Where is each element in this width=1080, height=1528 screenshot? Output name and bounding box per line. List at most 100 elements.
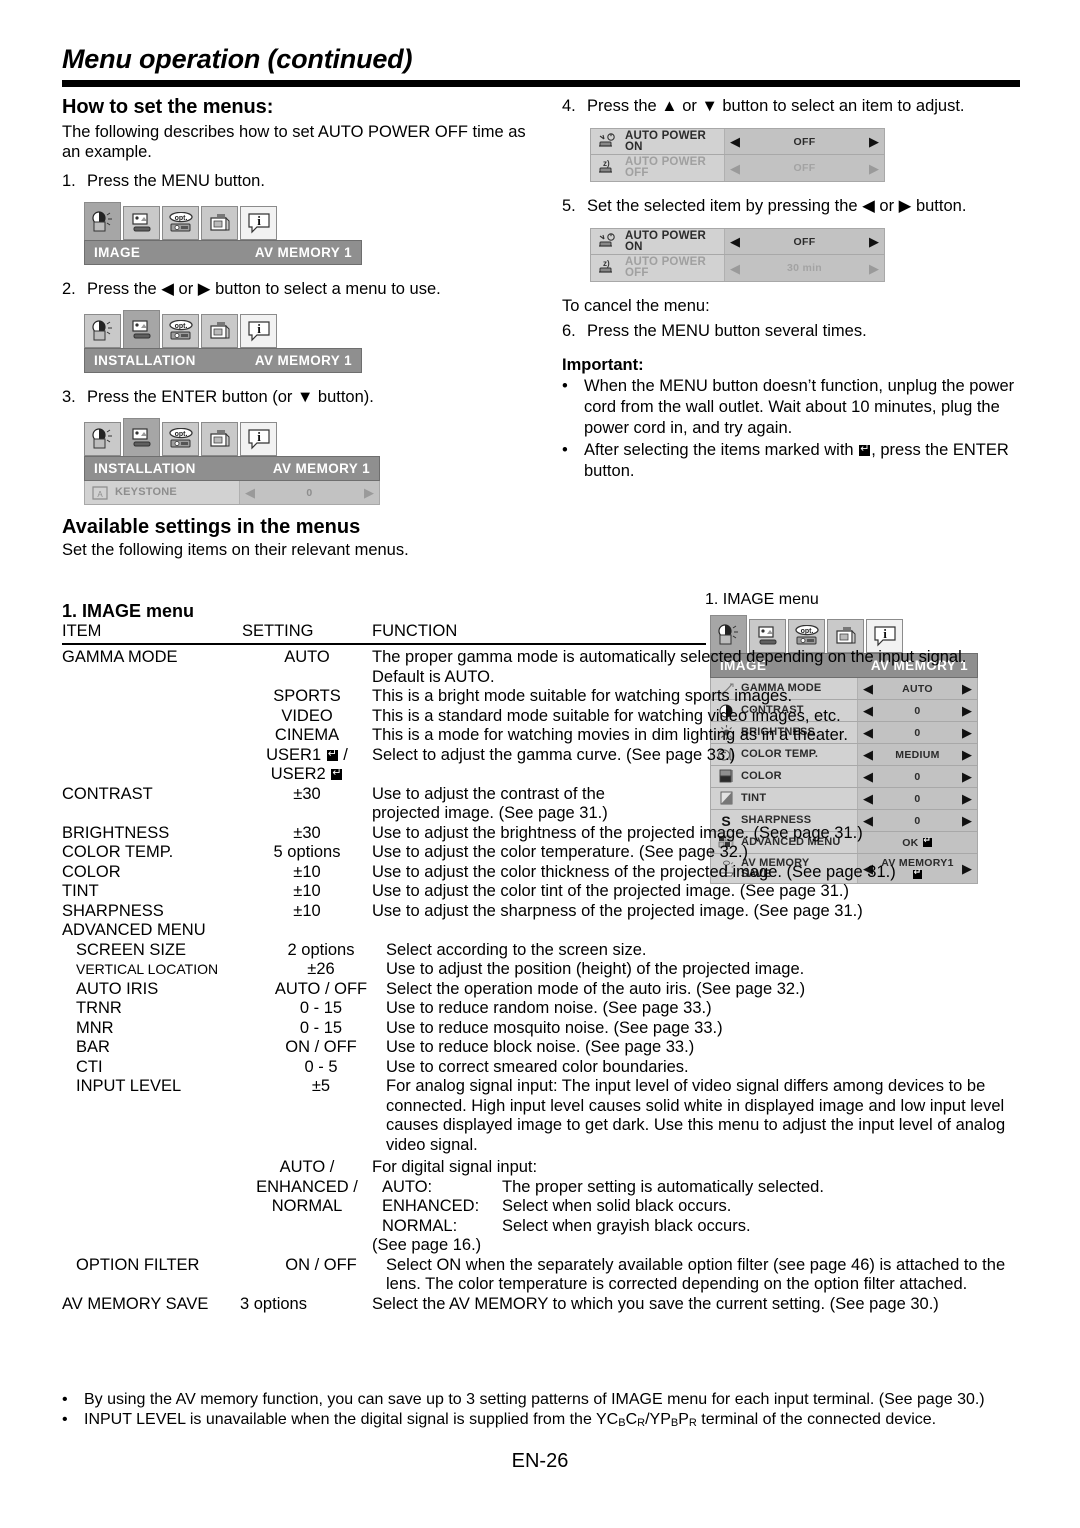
table-row: MNR 0 - 15 Use to reduce mosquito noise.… (62, 1019, 1022, 1039)
tab-option[interactable]: opt. (162, 314, 199, 348)
tab-image[interactable] (84, 422, 121, 456)
cell-item: INPUT LEVEL (76, 1077, 182, 1095)
osd-row-auto-power-on[interactable]: AUTO POWER ON ◀ OFF ▶ (590, 228, 885, 255)
tab-image[interactable] (84, 202, 121, 240)
bullet-marker: • (62, 1391, 68, 1408)
cell-item: AV MEMORY SAVE (62, 1294, 209, 1313)
svg-text:A: A (97, 490, 103, 499)
cell-setting: SPORTS (273, 687, 341, 705)
bullet-text: When the MENU button doesn’t function, u… (584, 377, 1015, 437)
table-row: CONTRAST ±30 Use to adjust the contrast … (62, 785, 1022, 824)
right-arrow-icon[interactable]: ▶ (864, 162, 884, 175)
enter-key-icon (331, 766, 343, 780)
important-bullet-1: • When the MENU button doesn’t function,… (562, 376, 1022, 439)
osd-row-auto-power-on[interactable]: AUTO POWER ON ◀ OFF ▶ (590, 128, 885, 155)
osd-row-value-stepper[interactable]: ◀ 0 ▶ (239, 481, 379, 504)
right-arrow-icon[interactable]: ▶ (864, 135, 884, 148)
cell-function: Use to correct smeared color boundaries. (386, 1057, 689, 1076)
cell-item: COLOR (62, 862, 121, 881)
table-row: OPTION FILTER ON / OFF Select ON when th… (62, 1256, 1022, 1295)
left-arrow-icon[interactable]: ◀ (725, 262, 745, 275)
osd-row-keystone[interactable]: A KEYSTONE ◀ 0 ▶ (84, 481, 380, 505)
available-settings-heading: Available settings in the menus (62, 516, 361, 538)
table-row: TRNR 0 - 15 Use to reduce random noise. … (62, 999, 1022, 1019)
cell-item (62, 687, 242, 707)
enter-key-icon (326, 747, 338, 761)
cell-item: BAR (76, 1038, 110, 1056)
cell-item (62, 726, 242, 746)
osd-row-value-stepper[interactable]: ◀ OFF ▶ (724, 229, 884, 254)
cell-setting: 3 options (240, 1294, 307, 1313)
osd-row-label: AUTO POWER ON (625, 130, 724, 153)
osd-row-label: AUTO POWER OFF (625, 256, 724, 279)
osd-title-left: INSTALLATION (94, 461, 196, 476)
column-header-item: ITEM (62, 622, 102, 640)
left-arrow-icon[interactable]: ◀ (240, 486, 260, 499)
right-arrow-icon[interactable]: ▶ (864, 262, 884, 275)
cell-item: SHARPNESS (62, 901, 164, 920)
cell-function: This is a bright mode suitable for watch… (372, 687, 793, 705)
cell-setting: ±10 (293, 882, 321, 900)
cell-item: OPTION FILTER (76, 1255, 200, 1274)
tab-information[interactable]: i (240, 422, 277, 456)
svg-text:i: i (257, 429, 261, 444)
tab-information[interactable]: i (240, 314, 277, 348)
cell-function: Use to reduce mosquito noise. (See page … (386, 1018, 723, 1037)
cell-function: Select the AV MEMORY to which you save t… (372, 1294, 939, 1313)
cell-item: COLOR TEMP. (62, 843, 174, 861)
auto-power-off-icon: z) (591, 259, 625, 277)
step-text: Press the ◀ or ▶ button to select a menu… (87, 280, 441, 298)
keystone-icon: A (85, 485, 115, 501)
table-row: BRIGHTNESS ±30 Use to adjust the brightn… (62, 824, 1022, 844)
table-row: COLOR TEMP. 5 options Use to adjust the … (62, 843, 1022, 863)
tab-option[interactable]: opt. (162, 206, 199, 240)
osd-row-auto-power-off[interactable]: z) AUTO POWER OFF ◀ OFF ▶ (590, 155, 885, 182)
osd-row-label: AUTO POWER ON (625, 230, 724, 253)
cell-item: VERTICAL LOCATION (76, 961, 219, 977)
step-4: 4. Press the ▲ or ▼ button to select an … (562, 96, 1022, 117)
tab-feature[interactable] (201, 314, 238, 348)
left-arrow-icon[interactable]: ◀ (725, 235, 745, 248)
tab-feature[interactable] (201, 206, 238, 240)
right-arrow-icon[interactable]: ▶ (864, 235, 884, 248)
intro-paragraph: The following describes how to set AUTO … (62, 123, 526, 161)
cell-function: Use to reduce random noise. (See page 33… (386, 999, 712, 1017)
tab-information[interactable]: i (240, 206, 277, 240)
cell-function: Use to adjust the color thickness of the… (372, 862, 896, 881)
osd-title-right: AV MEMORY 1 (254, 353, 352, 368)
osd-row-auto-power-off[interactable]: z) AUTO POWER OFF ◀ 30 min ▶ (590, 255, 885, 282)
digital-key: ENHANCED: (382, 1197, 480, 1215)
tab-feature[interactable] (201, 422, 238, 456)
tab-installation[interactable] (123, 418, 160, 456)
tab-image[interactable] (84, 314, 121, 348)
svg-text:i: i (257, 213, 261, 228)
digital-line: AUTO: The proper setting is automaticall… (372, 1178, 1022, 1198)
right-arrow-icon[interactable]: ▶ (359, 486, 379, 499)
tab-option[interactable]: opt. (162, 422, 199, 456)
left-arrow-icon[interactable]: ◀ (725, 162, 745, 175)
step-text: Press the MENU button several times. (587, 322, 867, 340)
bullet-marker: • (62, 1411, 68, 1428)
table-row: COLOR ±10 Use to adjust the color thickn… (62, 863, 1022, 883)
osd-row-value: OFF (793, 162, 816, 174)
table-row: CINEMA This is a mode for watching movie… (62, 726, 1022, 746)
cell-setting: AUTO (284, 648, 330, 666)
settings-table: 1. IMAGE menu ITEM SETTING FUNCTION GAMM… (62, 601, 1022, 1314)
osd-tab-strip: opt. i (84, 418, 380, 456)
table-row: USER1 /USER2 Select to adjust the gamma … (62, 746, 1022, 785)
tab-installation[interactable] (123, 310, 160, 348)
left-arrow-icon[interactable]: ◀ (725, 135, 745, 148)
table-section-heading: 1. IMAGE menu (62, 601, 195, 621)
cell-item: SCREEN SIZE (76, 940, 187, 959)
osd-title-right: AV MEMORY 1 (254, 245, 352, 260)
enter-key-icon (859, 442, 871, 456)
cell-item: BRIGHTNESS (62, 823, 170, 842)
osd-row-value-stepper[interactable]: ◀ 30 min ▶ (724, 255, 884, 281)
tab-installation[interactable] (123, 206, 160, 240)
cell-setting: 2 options (287, 940, 355, 959)
osd-row-value-stepper[interactable]: ◀ OFF ▶ (724, 129, 884, 154)
table-row: VERTICAL LOCATION ±26 Use to adjust the … (62, 960, 1022, 980)
step-number: 4. (562, 97, 576, 115)
osd-row-value: OFF (793, 235, 816, 248)
osd-row-value-stepper[interactable]: ◀ OFF ▶ (724, 155, 884, 181)
